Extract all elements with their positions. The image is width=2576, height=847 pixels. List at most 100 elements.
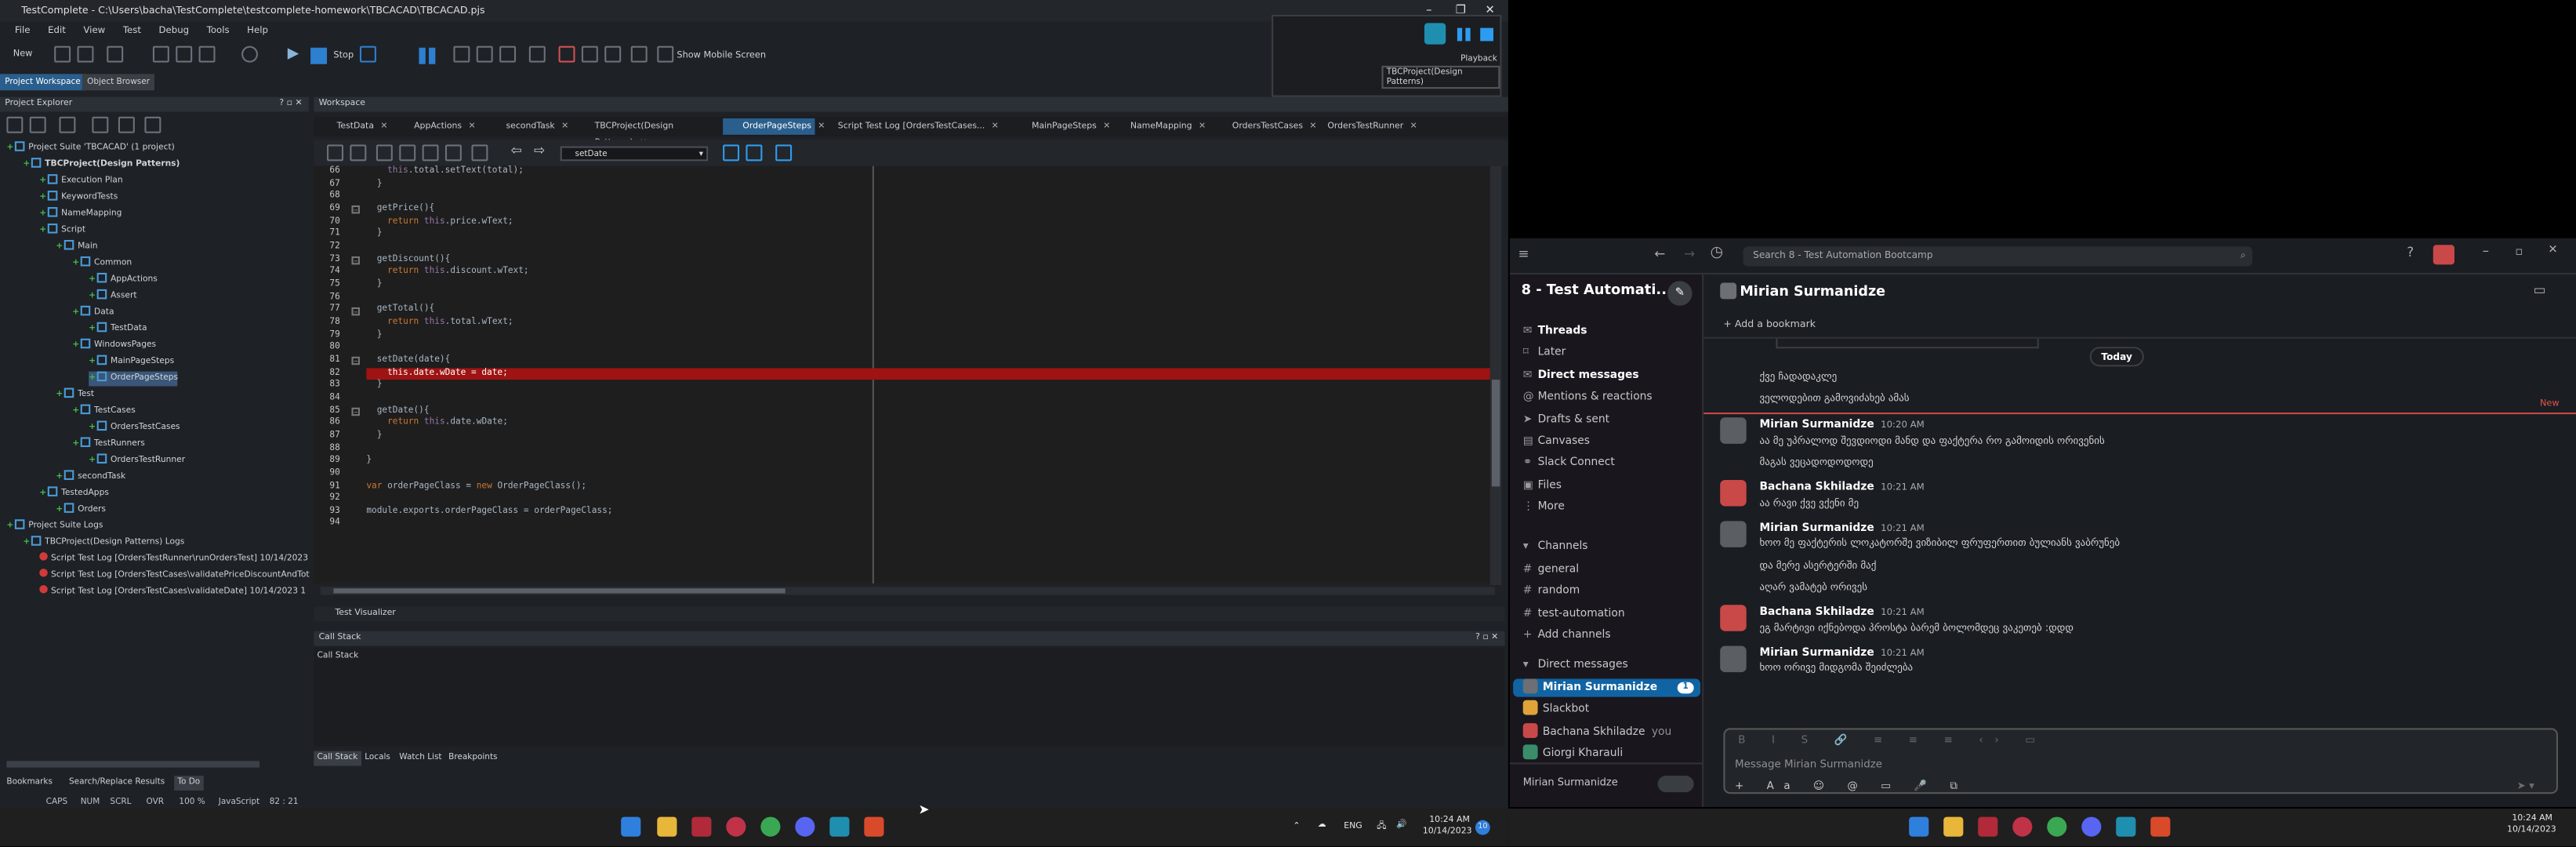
menu-file[interactable]: File	[15, 27, 31, 37]
stop-icon[interactable]	[310, 47, 328, 64]
tree-node[interactable]: + Orders	[56, 503, 106, 518]
footer-user[interactable]: Mirian Surmanidze	[1523, 774, 1618, 792]
close-icon[interactable]: ✕	[1103, 122, 1110, 132]
message-composer[interactable]: B I S 🔗 ≡ ≡ ≡ ‹› ▭ Message Mirian Surman…	[1723, 728, 2559, 794]
menu-icon[interactable]: ≡	[1518, 246, 1529, 261]
format-icon[interactable]	[444, 144, 462, 162]
open-icon[interactable]	[54, 45, 71, 63]
menu-edit[interactable]: Edit	[48, 27, 66, 37]
code-line[interactable]	[366, 518, 1489, 531]
close-button[interactable]: ✕	[2548, 243, 2557, 256]
spy4-icon[interactable]	[630, 45, 648, 63]
code-editor[interactable]: 66 67 68 69 − 70 71 72 73 − 74 75 76 77 − 78 79 80 81 − 82 83…	[314, 165, 1490, 583]
new-button[interactable]: New	[13, 49, 33, 60]
code-line[interactable]	[366, 342, 1489, 354]
add-bookmark-button[interactable]: + Add a bookmark	[1723, 319, 1816, 331]
dm-item[interactable]: Bachana Skhiladze you	[1522, 722, 1671, 741]
compose-icon[interactable]: ✎	[1667, 281, 1693, 306]
windows-start-icon[interactable]	[621, 816, 641, 837]
step-out-icon[interactable]	[499, 45, 517, 63]
editor-tab[interactable]: NameMapping ✕	[1111, 118, 1210, 135]
tree-node[interactable]: + TestCases	[72, 404, 136, 420]
editor-tab[interactable]: OrdersTestRunner ✕	[1308, 118, 1417, 135]
dm-item[interactable]: Slackbot	[1522, 700, 1589, 719]
tray-time[interactable]: 10:24 AM	[2512, 813, 2552, 823]
chat-title[interactable]: Mirian Surmanidze	[1740, 282, 1885, 299]
avatar[interactable]	[1720, 645, 1747, 672]
code-line[interactable]	[366, 443, 1489, 456]
close-icon[interactable]: ✕	[992, 122, 999, 132]
tree-node[interactable]: + NameMapping	[39, 207, 122, 222]
avatar[interactable]	[2433, 245, 2454, 265]
tree-node[interactable]: + OrdersTestRunner	[89, 453, 185, 468]
tray-chevron-icon[interactable]: ⌃	[1293, 822, 1300, 832]
run-icon[interactable]: ▶	[288, 46, 299, 63]
tree-node[interactable]: + Common	[72, 256, 132, 271]
code-line[interactable]: getTotal(){	[366, 304, 1489, 317]
close-icon[interactable]: ✕	[1199, 122, 1206, 132]
chrome-icon[interactable]	[760, 816, 781, 837]
code-line[interactable]	[366, 242, 1489, 254]
tab-search-replace[interactable]: Search/Replace Results	[66, 776, 169, 791]
save-all-icon[interactable]	[107, 45, 124, 63]
debug-icon[interactable]	[359, 45, 376, 63]
code-line[interactable]: return this.discount.wText;	[366, 267, 1489, 279]
channel-item[interactable]: # general	[1523, 561, 1579, 579]
tree-node[interactable]: + Main	[56, 239, 98, 255]
editor-tab[interactable]: OrdersTestCases ✕	[1213, 118, 1317, 135]
tree-hscroll[interactable]	[6, 761, 260, 768]
editor-tab[interactable]: TBCProject(Design Patterns)✕	[575, 118, 719, 148]
tree-node[interactable]: + AppActions	[89, 272, 158, 288]
discord-icon[interactable]	[2081, 816, 2102, 837]
tab-breakpoints[interactable]: Breakpoints	[445, 751, 501, 766]
avatar[interactable]	[1720, 417, 1747, 444]
message-time[interactable]: 10:21 AM	[1881, 523, 1925, 533]
playback-stop-icon[interactable]	[1480, 27, 1493, 42]
code-line[interactable]: getPrice(){	[366, 204, 1489, 216]
file-explorer-icon[interactable]	[657, 816, 677, 837]
pe-tool-2-icon[interactable]	[29, 116, 46, 133]
message-author[interactable]: Mirian Surmanidze 10:21 AM	[1759, 645, 1924, 659]
spy3-icon[interactable]	[604, 45, 622, 63]
sidebar-item-later[interactable]: ⌑ Later	[1523, 344, 1566, 362]
code-line[interactable]: this.total.setText(total);	[366, 166, 1489, 179]
composer-input[interactable]: Message Mirian Surmanidze	[1735, 758, 1882, 771]
tree-node[interactable]: + TestedApps	[39, 486, 109, 501]
nav-forward-icon[interactable]: ⇨	[534, 143, 545, 158]
minimize-button[interactable]: –	[2483, 243, 2489, 258]
file-explorer-icon[interactable]	[1943, 816, 1964, 837]
record-routine-icon[interactable]	[775, 144, 793, 162]
fold-icon[interactable]: −	[351, 307, 360, 315]
tree-node[interactable]: + TestData	[89, 322, 147, 337]
code-line[interactable]: setDate(date){	[366, 354, 1489, 367]
close-icon[interactable]: ✕	[561, 122, 568, 132]
sidebar-item-direct-messages[interactable]: ✉ Direct messages	[1523, 366, 1639, 384]
menu-view[interactable]: View	[83, 27, 105, 37]
slack-taskbar-icon[interactable]	[726, 816, 746, 837]
chrome-icon[interactable]	[2047, 816, 2067, 837]
avatar[interactable]	[1720, 479, 1747, 507]
show-mobile-screen-button[interactable]: Show Mobile Screen	[677, 51, 766, 61]
message-author[interactable]: Bachana Skhiladze 10:21 AM	[1759, 605, 1924, 618]
menu-test[interactable]: Test	[123, 27, 141, 37]
add-channels-button[interactable]: + Add channels	[1523, 626, 1611, 644]
tree-node[interactable]: + WindowsPages	[72, 338, 156, 354]
channel-item[interactable]: # test-automation	[1523, 605, 1625, 623]
onedrive-icon[interactable]: ☁	[1318, 820, 1326, 831]
editor-tab[interactable]: OrderPageSteps ✕	[723, 118, 825, 135]
dm-header[interactable]: ▾ Direct messages	[1523, 656, 1628, 674]
today-divider[interactable]: Today	[2089, 347, 2144, 367]
tree-node[interactable]: + Script	[39, 224, 85, 238]
code-line[interactable]	[366, 468, 1489, 481]
nav-back-icon[interactable]: ⇦	[511, 143, 522, 158]
tree-node[interactable]: + Project Suite Logs	[6, 519, 103, 534]
fold-icon[interactable]: −	[351, 357, 360, 366]
channel-item[interactable]: # random	[1523, 583, 1580, 601]
avatar[interactable]	[1720, 520, 1747, 547]
tree-node[interactable]: + secondTask	[56, 470, 125, 485]
close-icon[interactable]: ✕	[1410, 122, 1417, 132]
slack-taskbar-icon[interactable]	[2012, 816, 2033, 837]
test-visualizer-header[interactable]: Test Visualizer	[314, 606, 1505, 622]
pause-icon[interactable]	[419, 47, 426, 64]
tab-project-workspace[interactable]: Project Workspace	[0, 74, 86, 91]
